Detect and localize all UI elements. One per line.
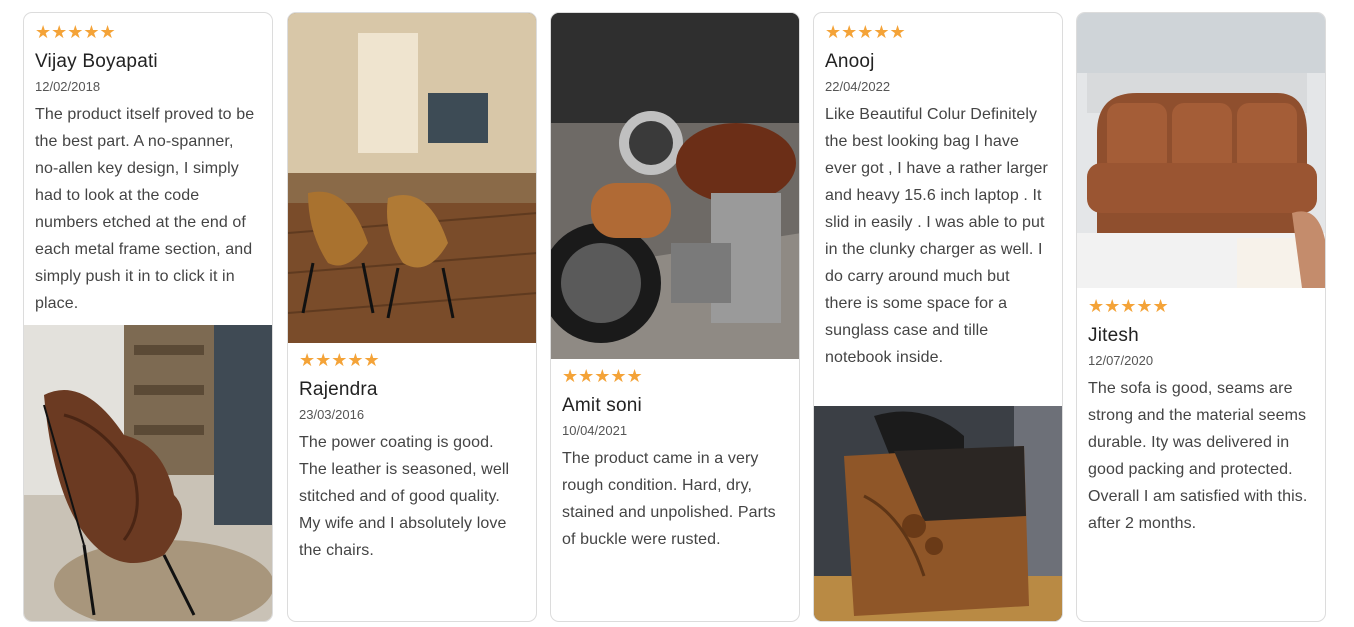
review-text: The product itself proved to be the best… [35, 106, 255, 312]
reviewer-name: Jitesh [1088, 325, 1139, 346]
review-card-2: ★★★★★ Rajendra 23/03/2016 The power coat… [287, 12, 537, 622]
review-body: ★★★★★ Rajendra 23/03/2016 The power coat… [288, 351, 536, 564]
star-rating: ★★★★★ [825, 22, 906, 43]
review-text: The product came in a very rough conditi… [562, 450, 776, 548]
reviewer-name: Amit soni [562, 395, 642, 416]
review-photo-sofa[interactable] [1077, 13, 1325, 288]
reviewer-name: Rajendra [299, 379, 378, 400]
review-body: ★★★★★ Amit soni 10/04/2021 The product c… [551, 367, 799, 553]
review-body: ★★★★★ Vijay Boyapati 12/02/2018 The prod… [24, 13, 272, 317]
review-photo-motorcycle-bag[interactable] [551, 13, 799, 359]
review-photo-leather-bag[interactable] [814, 406, 1062, 621]
review-date: 22/04/2022 [825, 79, 891, 94]
review-body: ★★★★★ Anooj 22/04/2022 Like Beautiful Co… [814, 13, 1062, 371]
review-card-1: ★★★★★ Vijay Boyapati 12/02/2018 The prod… [23, 12, 273, 622]
star-rating: ★★★★★ [299, 350, 380, 371]
review-date: 23/03/2016 [299, 407, 365, 422]
review-text: The power coating is good. The leather i… [299, 434, 510, 559]
review-date: 12/02/2018 [35, 79, 101, 94]
review-card-5: ★★★★★ Jitesh 12/07/2020 The sofa is good… [1076, 12, 1326, 622]
review-card-3: ★★★★★ Amit soni 10/04/2021 The product c… [550, 12, 800, 622]
review-date: 10/04/2021 [562, 423, 628, 438]
review-card-4: ★★★★★ Anooj 22/04/2022 Like Beautiful Co… [813, 12, 1063, 622]
reviewer-name: Anooj [825, 51, 875, 72]
review-text: Like Beautiful Colur Definitely the best… [825, 106, 1048, 366]
review-text: The sofa is good, seams are strong and t… [1088, 380, 1308, 532]
reviewer-name: Vijay Boyapati [35, 51, 158, 72]
review-photo-living-room-chairs[interactable] [288, 13, 536, 343]
review-photo-butterfly-chair[interactable] [24, 325, 272, 621]
review-body: ★★★★★ Jitesh 12/07/2020 The sofa is good… [1077, 297, 1325, 537]
review-date: 12/07/2020 [1088, 353, 1154, 368]
star-rating: ★★★★★ [562, 366, 643, 387]
star-rating: ★★★★★ [35, 22, 116, 43]
star-rating: ★★★★★ [1088, 296, 1169, 317]
